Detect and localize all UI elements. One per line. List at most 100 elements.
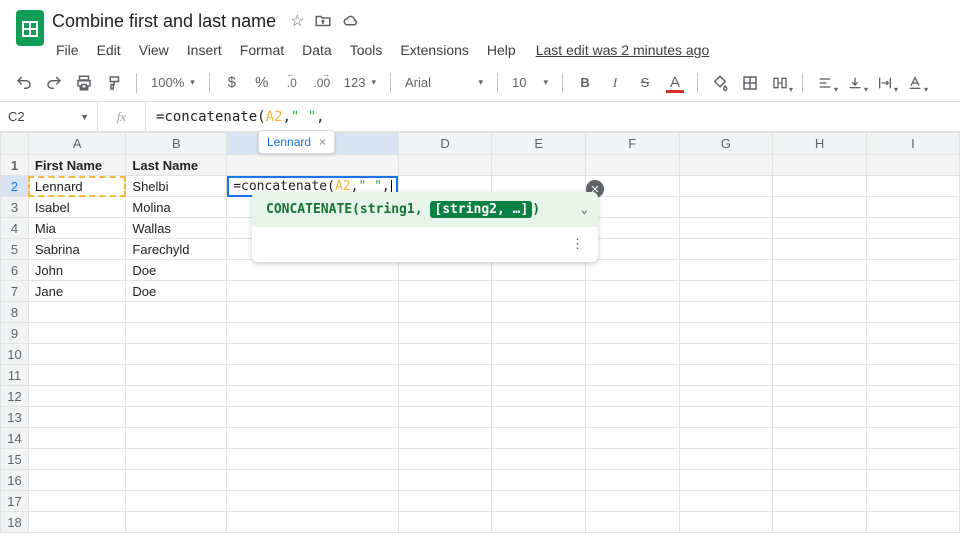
cell[interactable] <box>586 365 680 386</box>
cell[interactable] <box>492 323 586 344</box>
cell[interactable] <box>398 512 492 533</box>
row-header[interactable]: 14 <box>1 428 29 449</box>
text-rotation-button[interactable] <box>901 69 929 97</box>
cell[interactable] <box>866 176 959 197</box>
cell[interactable] <box>126 407 227 428</box>
cell[interactable] <box>586 302 680 323</box>
row-header[interactable]: 6 <box>1 260 29 281</box>
cell[interactable] <box>866 428 959 449</box>
row-header[interactable]: 4 <box>1 218 29 239</box>
cell[interactable]: Doe <box>126 281 227 302</box>
cell[interactable] <box>398 302 492 323</box>
cell[interactable] <box>398 155 492 176</box>
redo-icon[interactable] <box>40 69 68 97</box>
cell[interactable] <box>492 512 586 533</box>
cell[interactable] <box>398 428 492 449</box>
font-size-select[interactable]: 10▾ <box>506 69 554 97</box>
fill-color-button[interactable] <box>706 69 734 97</box>
cell[interactable] <box>773 155 867 176</box>
column-header[interactable]: D <box>398 133 492 155</box>
menu-data[interactable]: Data <box>294 38 340 62</box>
cell[interactable] <box>227 155 399 176</box>
cell[interactable]: Doe <box>126 260 227 281</box>
menu-view[interactable]: View <box>131 38 177 62</box>
row-header[interactable]: 1 <box>1 155 29 176</box>
cloud-status-icon[interactable] <box>342 12 360 30</box>
row-header[interactable]: 11 <box>1 365 29 386</box>
menu-file[interactable]: File <box>48 38 87 62</box>
row-header[interactable]: 15 <box>1 449 29 470</box>
cell[interactable] <box>586 281 680 302</box>
cell[interactable] <box>227 428 399 449</box>
cell[interactable] <box>679 281 773 302</box>
cell[interactable]: Mia <box>28 218 125 239</box>
cell[interactable] <box>398 323 492 344</box>
print-icon[interactable] <box>70 69 98 97</box>
cell[interactable] <box>773 428 867 449</box>
cell[interactable] <box>227 470 399 491</box>
cell[interactable] <box>398 365 492 386</box>
cell[interactable] <box>227 512 399 533</box>
strikethrough-button[interactable]: S <box>631 69 659 97</box>
cell[interactable] <box>227 407 399 428</box>
row-header[interactable]: 12 <box>1 386 29 407</box>
row-header[interactable]: 8 <box>1 302 29 323</box>
menu-insert[interactable]: Insert <box>179 38 230 62</box>
formula-input[interactable]: =concatenate(A2," ", <box>146 109 960 125</box>
column-header[interactable]: G <box>679 133 773 155</box>
cell[interactable] <box>126 323 227 344</box>
cell[interactable] <box>227 386 399 407</box>
cell[interactable] <box>773 260 867 281</box>
row-header[interactable]: 5 <box>1 239 29 260</box>
cell[interactable] <box>492 428 586 449</box>
cell[interactable] <box>679 491 773 512</box>
cell[interactable] <box>398 344 492 365</box>
number-format-select[interactable]: 123▾ <box>338 69 382 97</box>
menu-format[interactable]: Format <box>232 38 292 62</box>
cell[interactable] <box>866 197 959 218</box>
cell[interactable] <box>773 218 867 239</box>
cell[interactable] <box>679 386 773 407</box>
cell[interactable] <box>28 470 125 491</box>
cell[interactable] <box>773 365 867 386</box>
cell[interactable] <box>866 155 959 176</box>
cell[interactable] <box>492 365 586 386</box>
row-header[interactable]: 16 <box>1 470 29 491</box>
cell[interactable] <box>866 407 959 428</box>
format-currency-button[interactable]: $ <box>218 69 246 97</box>
cell[interactable] <box>586 260 680 281</box>
cell[interactable] <box>586 512 680 533</box>
borders-button[interactable] <box>736 69 764 97</box>
cell[interactable]: Lennard <box>28 176 125 197</box>
cell[interactable] <box>866 449 959 470</box>
cell[interactable] <box>126 428 227 449</box>
cell[interactable] <box>398 386 492 407</box>
menu-help[interactable]: Help <box>479 38 524 62</box>
cell[interactable] <box>773 491 867 512</box>
cell[interactable] <box>28 428 125 449</box>
column-header[interactable]: B <box>126 133 227 155</box>
cell[interactable]: Molina <box>126 197 227 218</box>
cell[interactable] <box>866 302 959 323</box>
sheets-logo-icon[interactable] <box>12 6 48 54</box>
cell[interactable] <box>126 302 227 323</box>
more-options-icon[interactable]: ⋮ <box>571 237 584 252</box>
move-folder-icon[interactable] <box>314 12 332 30</box>
cell[interactable] <box>773 386 867 407</box>
cell[interactable] <box>398 260 492 281</box>
cell[interactable] <box>28 386 125 407</box>
row-header[interactable]: 18 <box>1 512 29 533</box>
doc-title[interactable]: Combine first and last name <box>48 9 280 34</box>
cell[interactable] <box>398 449 492 470</box>
cell[interactable] <box>679 176 773 197</box>
cell[interactable] <box>126 470 227 491</box>
column-header[interactable]: I <box>866 133 959 155</box>
menu-edit[interactable]: Edit <box>89 38 129 62</box>
cell[interactable] <box>398 407 492 428</box>
cell[interactable]: Isabel <box>28 197 125 218</box>
row-header[interactable]: 7 <box>1 281 29 302</box>
cell[interactable] <box>679 302 773 323</box>
spreadsheet-grid[interactable]: ABCDEFGHI1First NameLast Name2LennardShe… <box>0 132 960 533</box>
cell[interactable] <box>586 428 680 449</box>
cell[interactable] <box>773 197 867 218</box>
